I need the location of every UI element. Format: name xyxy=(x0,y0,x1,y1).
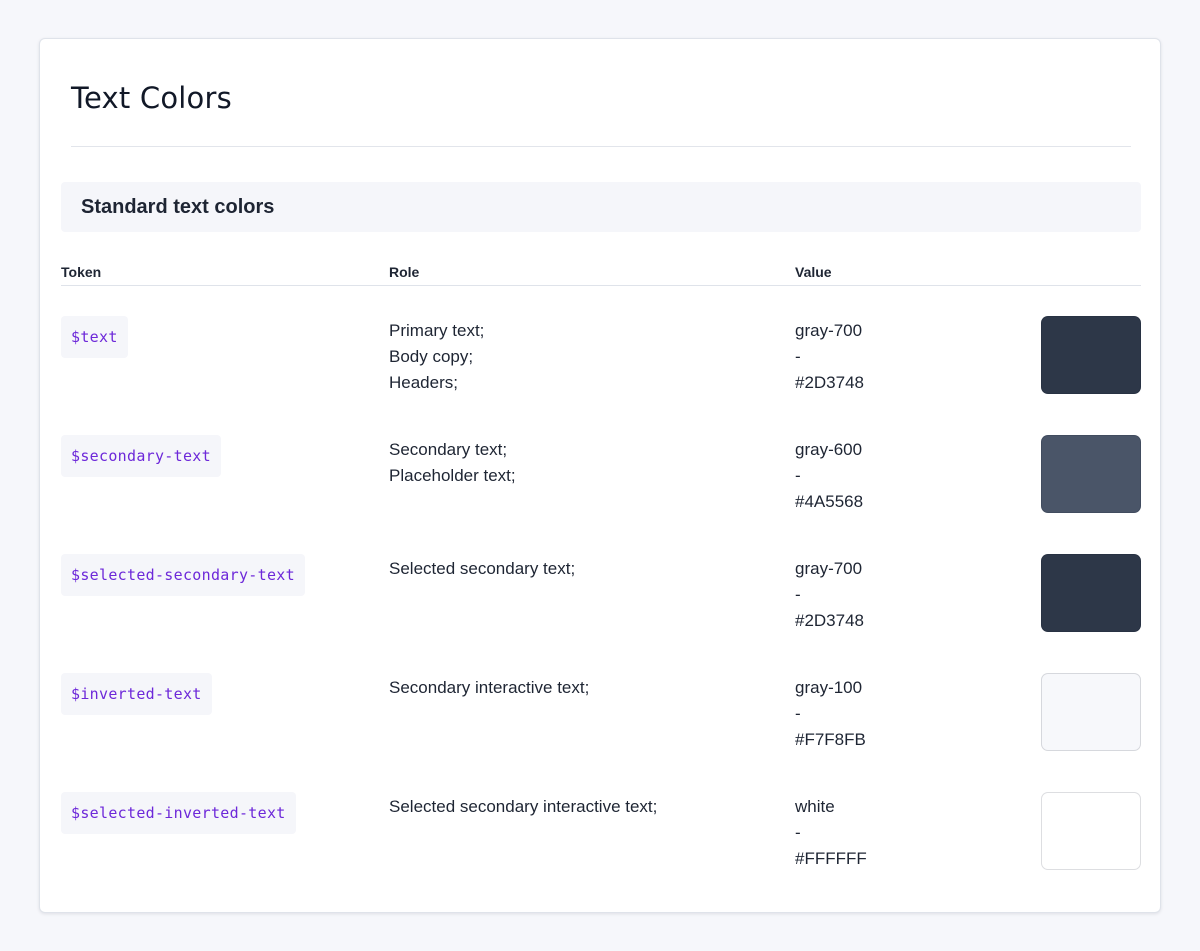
value-hex: #4A5568 xyxy=(795,492,864,511)
table-header: Token Role Value xyxy=(61,262,1141,286)
color-value: white - #FFFFFF xyxy=(795,794,867,872)
value-hex: #2D3748 xyxy=(795,373,865,392)
section-title: Standard text colors xyxy=(81,196,275,218)
title-divider xyxy=(71,146,1131,147)
token-chip: $selected-inverted-text xyxy=(61,792,296,834)
color-value: gray-700 - #2D3748 xyxy=(795,556,864,634)
role-list: Selected secondary interactive text; xyxy=(389,794,769,820)
value-separator: - xyxy=(795,347,801,366)
column-header-value: Value xyxy=(795,264,832,280)
role-item: Secondary text; xyxy=(389,440,508,459)
color-swatch xyxy=(1041,792,1141,870)
role-list: Secondary text; Placeholder text; xyxy=(389,437,769,489)
color-value: gray-100 - #F7F8FB xyxy=(795,675,866,753)
value-name: gray-700 xyxy=(795,321,863,340)
text-colors-card: Text Colors Standard text colors Token R… xyxy=(39,38,1161,913)
role-item: Secondary interactive text; xyxy=(389,678,590,697)
role-item: Selected secondary text; xyxy=(389,559,576,578)
table-row: $selected-inverted-text Selected seconda… xyxy=(61,792,1141,911)
value-hex: #FFFFFF xyxy=(795,849,867,868)
token-chip: $inverted-text xyxy=(61,673,212,715)
table-row: $text Primary text; Body copy; Headers; … xyxy=(61,316,1141,435)
value-separator: - xyxy=(795,704,801,723)
color-swatch xyxy=(1041,673,1141,751)
value-name: gray-100 xyxy=(795,678,863,697)
section-banner: Standard text colors xyxy=(61,182,1141,232)
table-row: $secondary-text Secondary text; Placehol… xyxy=(61,435,1141,554)
color-swatch xyxy=(1041,316,1141,394)
role-item: Headers; xyxy=(389,373,458,392)
column-header-token: Token xyxy=(61,264,102,280)
table-row: $inverted-text Secondary interactive tex… xyxy=(61,673,1141,792)
value-hex: #F7F8FB xyxy=(795,730,866,749)
table-row: $selected-secondary-text Selected second… xyxy=(61,554,1141,673)
value-separator: - xyxy=(795,585,801,604)
token-chip: $secondary-text xyxy=(61,435,221,477)
role-list: Primary text; Body copy; Headers; xyxy=(389,318,769,396)
column-header-role: Role xyxy=(389,264,420,280)
value-name: white xyxy=(795,797,835,816)
color-token-table: $text Primary text; Body copy; Headers; … xyxy=(61,316,1141,911)
role-item: Selected secondary interactive text; xyxy=(389,797,658,816)
role-item: Body copy; xyxy=(389,347,474,366)
value-name: gray-700 xyxy=(795,559,863,578)
role-item: Primary text; xyxy=(389,321,485,340)
page-title: Text Colors xyxy=(71,81,232,115)
value-separator: - xyxy=(795,466,801,485)
color-swatch xyxy=(1041,435,1141,513)
color-value: gray-600 - #4A5568 xyxy=(795,437,863,515)
color-value: gray-700 - #2D3748 xyxy=(795,318,864,396)
value-separator: - xyxy=(795,823,801,842)
token-chip: $selected-secondary-text xyxy=(61,554,305,596)
role-list: Selected secondary text; xyxy=(389,556,769,582)
value-hex: #2D3748 xyxy=(795,611,865,630)
color-swatch xyxy=(1041,554,1141,632)
token-chip: $text xyxy=(61,316,128,358)
role-item: Placeholder text; xyxy=(389,466,516,485)
role-list: Secondary interactive text; xyxy=(389,675,769,701)
value-name: gray-600 xyxy=(795,440,863,459)
